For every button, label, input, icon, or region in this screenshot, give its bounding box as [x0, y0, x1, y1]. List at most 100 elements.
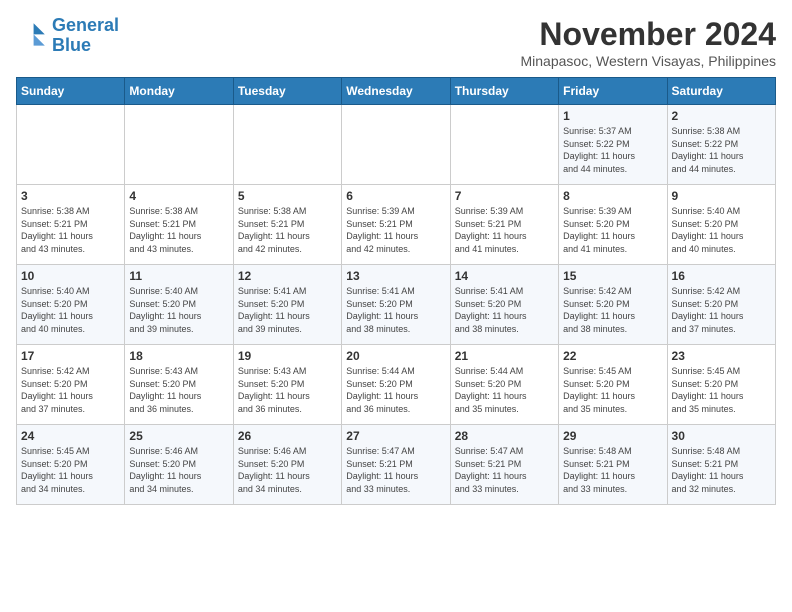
- day-cell: 17Sunrise: 5:42 AM Sunset: 5:20 PM Dayli…: [17, 345, 125, 425]
- logo-text: General Blue: [52, 16, 119, 56]
- day-cell: 8 Sunrise: 5:39 AM Sunset: 5:20 PM Daylig…: [559, 185, 667, 265]
- day-cell: 18 Sunrise: 5:43 AM Sunset: 5:20 PM Dayli…: [125, 345, 233, 425]
- week-row-2: 3 Sunrise: 5:38 AM Sunset: 5:21 PM Daylig…: [17, 185, 776, 265]
- day-info: Sunrise: 5:46 AM Sunset: 5:20 PM Dayligh…: [238, 445, 337, 495]
- day-info: Sunrise: 5:45 AM Sunset: 5:20 PM Dayligh…: [563, 365, 662, 415]
- day-cell: 15 Sunrise: 5:42 AM Sunset: 5:20 PM Dayli…: [559, 265, 667, 345]
- week-row-1: 1Sunrise: 5:37 AM Sunset: 5:22 PM Daylig…: [17, 105, 776, 185]
- day-info: Sunrise: 5:39 AM Sunset: 5:21 PM Dayligh…: [346, 205, 445, 255]
- day-cell: 12 Sunrise: 5:41 AM Sunset: 5:20 PM Dayli…: [233, 265, 341, 345]
- day-cell: [17, 105, 125, 185]
- day-number: 26: [238, 429, 337, 443]
- day-number: 17: [21, 349, 120, 363]
- day-info: Sunrise: 5:46 AM Sunset: 5:20 PM Dayligh…: [129, 445, 228, 495]
- day-cell: 24 Sunrise: 5:45 AM Sunset: 5:20 PM Dayli…: [17, 425, 125, 505]
- day-cell: 19 Sunrise: 5:43 AM Sunset: 5:20 PM Dayli…: [233, 345, 341, 425]
- day-cell: 10 Sunrise: 5:40 AM Sunset: 5:20 PM Dayli…: [17, 265, 125, 345]
- day-info: Sunrise: 5:42 AM Sunset: 5:20 PM Dayligh…: [563, 285, 662, 335]
- column-header-tuesday: Tuesday: [233, 78, 341, 105]
- day-number: 5: [238, 189, 337, 203]
- day-info: Sunrise: 5:38 AM Sunset: 5:21 PM Dayligh…: [129, 205, 228, 255]
- day-info: Sunrise: 5:39 AM Sunset: 5:20 PM Dayligh…: [563, 205, 662, 255]
- month-title: November 2024: [521, 16, 777, 53]
- day-number: 25: [129, 429, 228, 443]
- day-info: Sunrise: 5:45 AM Sunset: 5:20 PM Dayligh…: [21, 445, 120, 495]
- day-cell: 28 Sunrise: 5:47 AM Sunset: 5:21 PM Dayli…: [450, 425, 558, 505]
- day-number: 15: [563, 269, 662, 283]
- day-info: Sunrise: 5:41 AM Sunset: 5:20 PM Dayligh…: [455, 285, 554, 335]
- day-cell: 27 Sunrise: 5:47 AM Sunset: 5:21 PM Dayli…: [342, 425, 450, 505]
- logo-icon: [16, 20, 48, 52]
- day-cell: 1Sunrise: 5:37 AM Sunset: 5:22 PM Daylig…: [559, 105, 667, 185]
- day-info: Sunrise: 5:38 AM Sunset: 5:22 PM Dayligh…: [672, 125, 771, 175]
- week-row-5: 24 Sunrise: 5:45 AM Sunset: 5:20 PM Dayli…: [17, 425, 776, 505]
- day-info: Sunrise: 5:40 AM Sunset: 5:20 PM Dayligh…: [21, 285, 120, 335]
- day-cell: 25 Sunrise: 5:46 AM Sunset: 5:20 PM Dayli…: [125, 425, 233, 505]
- day-cell: [125, 105, 233, 185]
- day-number: 14: [455, 269, 554, 283]
- day-info: Sunrise: 5:40 AM Sunset: 5:20 PM Dayligh…: [672, 205, 771, 255]
- day-number: 24: [21, 429, 120, 443]
- day-info: Sunrise: 5:44 AM Sunset: 5:20 PM Dayligh…: [346, 365, 445, 415]
- day-info: Sunrise: 5:43 AM Sunset: 5:20 PM Dayligh…: [129, 365, 228, 415]
- day-info: Sunrise: 5:39 AM Sunset: 5:21 PM Dayligh…: [455, 205, 554, 255]
- day-number: 22: [563, 349, 662, 363]
- day-cell: 26 Sunrise: 5:46 AM Sunset: 5:20 PM Dayli…: [233, 425, 341, 505]
- day-number: 19: [238, 349, 337, 363]
- day-cell: 23Sunrise: 5:45 AM Sunset: 5:20 PM Dayli…: [667, 345, 775, 425]
- day-cell: [450, 105, 558, 185]
- day-number: 30: [672, 429, 771, 443]
- column-header-thursday: Thursday: [450, 78, 558, 105]
- day-info: Sunrise: 5:48 AM Sunset: 5:21 PM Dayligh…: [672, 445, 771, 495]
- day-cell: 22 Sunrise: 5:45 AM Sunset: 5:20 PM Dayli…: [559, 345, 667, 425]
- day-number: 28: [455, 429, 554, 443]
- title-block: November 2024 Minapasoc, Western Visayas…: [521, 16, 777, 69]
- day-cell: [233, 105, 341, 185]
- day-number: 20: [346, 349, 445, 363]
- day-info: Sunrise: 5:43 AM Sunset: 5:20 PM Dayligh…: [238, 365, 337, 415]
- column-header-saturday: Saturday: [667, 78, 775, 105]
- day-cell: 4 Sunrise: 5:38 AM Sunset: 5:21 PM Daylig…: [125, 185, 233, 265]
- day-cell: [342, 105, 450, 185]
- day-number: 27: [346, 429, 445, 443]
- day-info: Sunrise: 5:47 AM Sunset: 5:21 PM Dayligh…: [455, 445, 554, 495]
- day-cell: 29Sunrise: 5:48 AM Sunset: 5:21 PM Dayli…: [559, 425, 667, 505]
- day-number: 18: [129, 349, 228, 363]
- day-number: 8: [563, 189, 662, 203]
- location: Minapasoc, Western Visayas, Philippines: [521, 53, 777, 69]
- day-number: 12: [238, 269, 337, 283]
- day-info: Sunrise: 5:37 AM Sunset: 5:22 PM Dayligh…: [563, 125, 662, 175]
- week-row-3: 10 Sunrise: 5:40 AM Sunset: 5:20 PM Dayli…: [17, 265, 776, 345]
- day-cell: 30 Sunrise: 5:48 AM Sunset: 5:21 PM Dayli…: [667, 425, 775, 505]
- day-info: Sunrise: 5:44 AM Sunset: 5:20 PM Dayligh…: [455, 365, 554, 415]
- day-cell: 7 Sunrise: 5:39 AM Sunset: 5:21 PM Daylig…: [450, 185, 558, 265]
- day-number: 3: [21, 189, 120, 203]
- day-cell: 21Sunrise: 5:44 AM Sunset: 5:20 PM Dayli…: [450, 345, 558, 425]
- calendar-header-row: SundayMondayTuesdayWednesdayThursdayFrid…: [17, 78, 776, 105]
- day-number: 4: [129, 189, 228, 203]
- day-info: Sunrise: 5:45 AM Sunset: 5:20 PM Dayligh…: [672, 365, 771, 415]
- day-cell: 5 Sunrise: 5:38 AM Sunset: 5:21 PM Daylig…: [233, 185, 341, 265]
- column-header-friday: Friday: [559, 78, 667, 105]
- day-cell: 20 Sunrise: 5:44 AM Sunset: 5:20 PM Dayli…: [342, 345, 450, 425]
- day-cell: 16Sunrise: 5:42 AM Sunset: 5:20 PM Dayli…: [667, 265, 775, 345]
- page-header: General Blue November 2024 Minapasoc, We…: [16, 16, 776, 69]
- day-cell: 13Sunrise: 5:41 AM Sunset: 5:20 PM Dayli…: [342, 265, 450, 345]
- day-info: Sunrise: 5:42 AM Sunset: 5:20 PM Dayligh…: [672, 285, 771, 335]
- day-number: 11: [129, 269, 228, 283]
- day-info: Sunrise: 5:38 AM Sunset: 5:21 PM Dayligh…: [21, 205, 120, 255]
- day-number: 2: [672, 109, 771, 123]
- day-info: Sunrise: 5:47 AM Sunset: 5:21 PM Dayligh…: [346, 445, 445, 495]
- day-number: 9: [672, 189, 771, 203]
- day-info: Sunrise: 5:38 AM Sunset: 5:21 PM Dayligh…: [238, 205, 337, 255]
- day-cell: 2 Sunrise: 5:38 AM Sunset: 5:22 PM Daylig…: [667, 105, 775, 185]
- day-cell: 9 Sunrise: 5:40 AM Sunset: 5:20 PM Daylig…: [667, 185, 775, 265]
- day-number: 10: [21, 269, 120, 283]
- day-number: 6: [346, 189, 445, 203]
- logo: General Blue: [16, 16, 119, 56]
- day-number: 13: [346, 269, 445, 283]
- day-info: Sunrise: 5:41 AM Sunset: 5:20 PM Dayligh…: [238, 285, 337, 335]
- column-header-wednesday: Wednesday: [342, 78, 450, 105]
- day-cell: 3 Sunrise: 5:38 AM Sunset: 5:21 PM Daylig…: [17, 185, 125, 265]
- day-number: 7: [455, 189, 554, 203]
